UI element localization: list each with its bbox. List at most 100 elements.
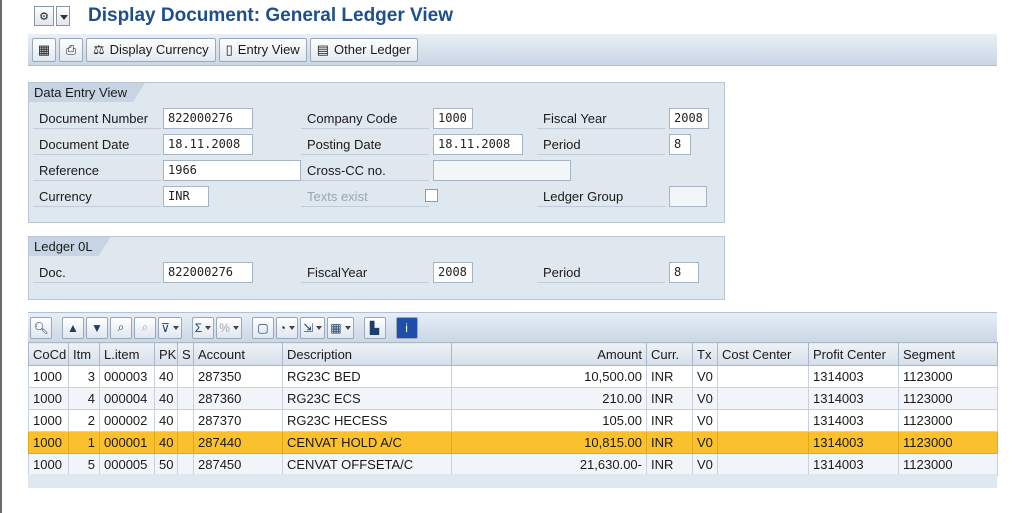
cross-cc-field[interactable] bbox=[433, 160, 571, 181]
table-header: CoCd Itm L.item PK S Account Description… bbox=[28, 342, 998, 366]
column-header[interactable]: Curr. bbox=[646, 342, 693, 366]
binoculars-icon: ⌕ bbox=[117, 320, 125, 334]
print-preview-button[interactable]: ▢ bbox=[251, 316, 274, 339]
info-icon: i bbox=[405, 320, 408, 335]
sort-ascending-button[interactable]: ▲ bbox=[62, 316, 84, 339]
cell-profit-center: 1314003 bbox=[808, 453, 899, 476]
menu-dropdown-icon[interactable] bbox=[56, 6, 70, 26]
cell-tax-code: V0 bbox=[692, 387, 718, 410]
table-row-selected[interactable]: 1000 1 000001 40 287440 CENVAT HOLD A/C … bbox=[28, 431, 998, 454]
cell-profit-center: 1314003 bbox=[808, 409, 899, 432]
texts-exist-checkbox[interactable] bbox=[425, 189, 438, 202]
other-ledger-button[interactable]: ▤ Other Ledger bbox=[309, 37, 418, 62]
display-currency-button[interactable]: ⚖ Display Currency bbox=[86, 37, 216, 62]
data-entry-view-group: Data Entry View Document Number 82200027… bbox=[28, 82, 725, 223]
table-row[interactable]: 1000 4 000004 40 287360 RG23C ECS 210.00… bbox=[28, 387, 998, 410]
printer-icon: ⎙ bbox=[65, 41, 77, 57]
cell-cost-center bbox=[717, 409, 809, 432]
sort-ascending-icon: ▲ bbox=[67, 320, 79, 335]
fiscal-year-field[interactable]: 2008 bbox=[669, 108, 709, 129]
ledger-group-field[interactable] bbox=[669, 186, 707, 207]
column-header[interactable]: PK bbox=[154, 342, 178, 366]
details-button[interactable]: 🔍︎ bbox=[30, 316, 52, 339]
table-row[interactable]: 1000 2 000002 40 287370 RG23C HECESS 105… bbox=[28, 409, 998, 432]
column-header[interactable]: Cost Center bbox=[717, 342, 809, 366]
column-header[interactable]: Tx bbox=[692, 342, 718, 366]
sort-descending-icon: ▼ bbox=[91, 320, 103, 335]
company-code-field[interactable]: 1000 bbox=[433, 108, 473, 129]
layout-button[interactable]: ▦ bbox=[327, 316, 354, 339]
find-next-button[interactable]: ⌕ bbox=[134, 316, 156, 339]
cell-profit-center: 1314003 bbox=[808, 365, 899, 388]
cell-cost-center bbox=[717, 431, 809, 454]
ledger-period-label: Period bbox=[537, 262, 665, 283]
cell-segment: 1123000 bbox=[898, 431, 998, 454]
cross-cc-label: Cross-CC no. bbox=[301, 160, 429, 181]
window-edge bbox=[0, 0, 2, 513]
system-menu-icon[interactable]: ⚙ bbox=[34, 6, 54, 26]
information-button[interactable]: i bbox=[395, 316, 418, 339]
table-row[interactable]: 1000 5 000005 50 287450 CENVAT OFFSETA/C… bbox=[28, 453, 998, 476]
table-row[interactable]: 1000 3 000003 40 287350 RG23C BED 10,500… bbox=[28, 365, 998, 388]
print-button[interactable]: ⎙ bbox=[59, 37, 83, 62]
graphic-button[interactable]: ▙ bbox=[363, 316, 386, 339]
cell-tax-code: V0 bbox=[692, 365, 718, 388]
cell-item: 3 bbox=[68, 365, 100, 388]
cell-tax-code: V0 bbox=[692, 453, 718, 476]
cell-item: 2 bbox=[68, 409, 100, 432]
column-header[interactable]: Profit Center bbox=[808, 342, 899, 366]
ledger-fiscal-year-label: FiscalYear bbox=[301, 262, 429, 283]
ledger-fiscal-year-field[interactable]: 2008 bbox=[433, 262, 473, 283]
filter-icon: ⊽ bbox=[161, 320, 170, 335]
cell-posting-key: 40 bbox=[154, 387, 178, 410]
entry-view-button[interactable]: ▯ Entry View bbox=[218, 37, 307, 62]
document-overview-button[interactable]: ▦ bbox=[32, 37, 56, 62]
posting-date-field[interactable]: 18.11.2008 bbox=[433, 134, 523, 155]
cell-currency: INR bbox=[646, 431, 693, 454]
cell-cost-center bbox=[717, 453, 809, 476]
cell-cost-center bbox=[717, 365, 809, 388]
filter-button[interactable]: ⊽ bbox=[158, 316, 182, 339]
currency-icon: ⚖ bbox=[93, 41, 105, 57]
cell-description: CENVAT OFFSETA/C bbox=[282, 453, 452, 476]
currency-label: Currency bbox=[33, 186, 161, 207]
ledger-group-title: Ledger 0L bbox=[29, 237, 111, 256]
column-header[interactable]: Amount bbox=[451, 342, 647, 366]
cell-item: 1 bbox=[68, 431, 100, 454]
column-header[interactable]: Description bbox=[282, 342, 452, 366]
sort-descending-button[interactable]: ▼ bbox=[86, 316, 108, 339]
column-header[interactable]: L.item bbox=[99, 342, 155, 366]
ledger-period-field[interactable]: 8 bbox=[669, 262, 699, 283]
find-button[interactable]: ⌕ bbox=[110, 316, 132, 339]
cell-segment: 1123000 bbox=[898, 409, 998, 432]
views-button[interactable]: ◔ bbox=[275, 316, 299, 339]
column-header[interactable]: Account bbox=[193, 342, 283, 366]
doc-field[interactable]: 822000276 bbox=[163, 262, 253, 283]
fiscal-year-label: Fiscal Year bbox=[537, 108, 665, 129]
cell-description: RG23C BED bbox=[282, 365, 452, 388]
entry-view-icon: ▯ bbox=[225, 41, 233, 57]
period-field[interactable]: 8 bbox=[669, 134, 691, 155]
currency-field[interactable]: INR bbox=[163, 186, 209, 207]
reference-label: Reference bbox=[33, 160, 161, 181]
document-number-field[interactable]: 822000276 bbox=[163, 108, 253, 129]
cell-tax-code: V0 bbox=[692, 431, 718, 454]
period-label: Period bbox=[537, 134, 665, 155]
subtotal-button[interactable]: % bbox=[216, 316, 242, 339]
cell-line-item: 000003 bbox=[99, 365, 155, 388]
reference-field[interactable]: 1966 bbox=[163, 160, 301, 181]
subtotal-icon: % bbox=[219, 320, 230, 335]
page-icon: ▢ bbox=[257, 320, 269, 335]
column-header[interactable]: S bbox=[177, 342, 194, 366]
cell-currency: INR bbox=[646, 365, 693, 388]
entry-view-label: Entry View bbox=[237, 42, 300, 57]
column-header[interactable]: Segment bbox=[898, 342, 998, 366]
column-header[interactable]: CoCd bbox=[28, 342, 69, 366]
cell-segment: 1123000 bbox=[898, 365, 998, 388]
cell-posting-key: 40 bbox=[154, 431, 178, 454]
cell-cocd: 1000 bbox=[28, 387, 69, 410]
total-button[interactable]: Σ bbox=[191, 316, 215, 339]
document-date-field[interactable]: 18.11.2008 bbox=[163, 134, 253, 155]
export-button[interactable]: ⇲ bbox=[300, 316, 326, 339]
column-header[interactable]: Itm bbox=[68, 342, 100, 366]
